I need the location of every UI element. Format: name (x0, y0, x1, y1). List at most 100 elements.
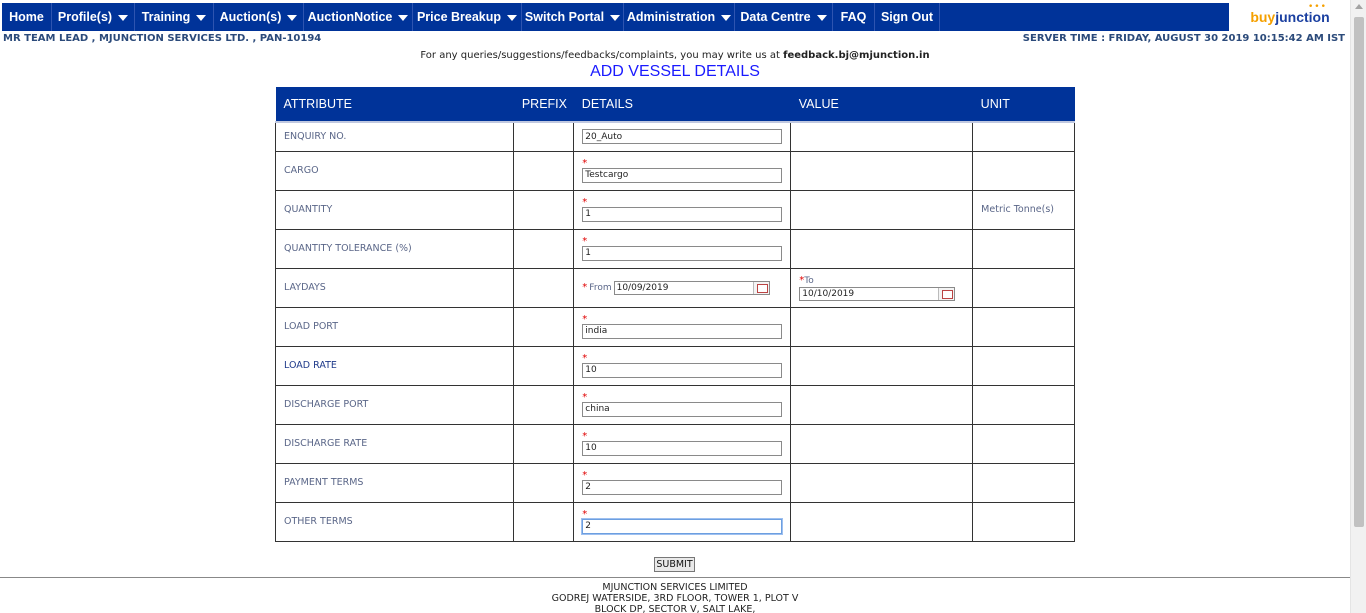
chevron-down-icon (721, 15, 732, 21)
load-rate-input[interactable] (582, 362, 783, 378)
prefix-cell (513, 345, 575, 386)
cargo-input[interactable] (582, 167, 783, 183)
footer-address-line-1: GODREJ WATERSIDE, 3RD FLOOR, TOWER 1, PL… (551, 593, 799, 604)
unit-cell (972, 306, 1075, 347)
submit-button[interactable]: SUBMIT (654, 557, 695, 572)
nav-item-training[interactable]: Training (135, 3, 214, 31)
nav-item-label: Auction(s) (219, 10, 282, 24)
chevron-down-icon (507, 15, 518, 21)
attribute-label: QUANTITY (274, 189, 515, 230)
quantity-input[interactable] (582, 206, 783, 222)
table-row: DISCHARGE PORT * (274, 384, 1075, 425)
prefix-cell (513, 423, 575, 464)
nav-item-label: Training (141, 10, 191, 24)
details-cell: * (573, 345, 792, 386)
laydays-to-date-value: 10/10/2019 (802, 288, 855, 299)
chevron-down-icon (118, 15, 129, 21)
discharge-rate-input[interactable] (582, 440, 783, 456)
nav-item-auction-s[interactable]: Auction(s) (214, 3, 304, 31)
attribute-label: DISCHARGE PORT (274, 384, 515, 425)
feedback-notice: For any queries/suggestions/feedbacks/co… (420, 50, 930, 61)
value-cell (790, 121, 974, 152)
value-cell (790, 150, 974, 191)
required-marker: * (582, 391, 588, 403)
calendar-icon[interactable] (938, 287, 955, 300)
column-header-value: VALUE (790, 87, 973, 123)
attribute-label: DISCHARGE RATE (274, 423, 515, 464)
nav-item-switch-portal[interactable]: Switch Portal (522, 3, 624, 31)
table-row: QUANTITY TOLERANCE (%) * (274, 228, 1075, 269)
required-marker: * (582, 313, 588, 325)
nav-item-auctionnotice[interactable]: AuctionNotice (304, 3, 413, 31)
prefix-cell (513, 384, 575, 425)
scrollbar-thumb[interactable] (1354, 17, 1364, 527)
unit-cell (972, 423, 1075, 464)
details-cell: * From 10/09/2019 (573, 267, 792, 308)
laydays-from-date-field[interactable]: 10/09/2019 (613, 280, 770, 295)
buyjunction-logo[interactable]: buy junction (1230, 3, 1350, 31)
nav-item-price-breakup[interactable]: Price Breakup (413, 3, 522, 31)
nav-item-label: Data Centre (740, 10, 811, 24)
value-cell (790, 189, 974, 230)
vessel-details-table: ATTRIBUTE PREFIX DETAILS VALUE UNIT ENQU… (274, 87, 1075, 542)
required-marker: * (582, 235, 588, 247)
nav-menu-bar: Home Profile(s) Training Auction(s) AuctionN… (2, 3, 1229, 31)
nav-item-data-centre[interactable]: Data Centre (735, 3, 833, 31)
required-marker: * (582, 157, 588, 169)
other-terms-input[interactable] (581, 517, 784, 535)
value-cell (790, 228, 974, 269)
attribute-label: CARGO (274, 150, 515, 191)
column-header-details: DETAILS (573, 87, 791, 123)
laydays-to-date-field[interactable]: 10/10/2019 (799, 286, 956, 301)
nav-item-profile-s[interactable]: Profile(s) (52, 3, 135, 31)
payment-terms-input[interactable] (582, 479, 783, 495)
prefix-cell (513, 150, 575, 191)
required-marker: * (582, 430, 588, 442)
nav-item-label: AuctionNotice (307, 10, 393, 24)
table-row: PAYMENT TERMS * (274, 462, 1075, 503)
quantity-tolerance-input[interactable] (582, 245, 783, 261)
nav-item-administration[interactable]: Administration (624, 3, 735, 31)
attribute-label: OTHER TERMS (274, 501, 515, 542)
footer-divider (0, 577, 1350, 578)
required-marker: * (582, 469, 588, 481)
required-marker: * (582, 196, 588, 208)
value-cell (790, 423, 974, 464)
chevron-down-icon (398, 15, 409, 21)
unit-cell (972, 267, 1075, 308)
chevron-down-icon (287, 15, 298, 21)
nav-item-sign-out[interactable]: Sign Out (875, 3, 940, 31)
vertical-scrollbar[interactable] (1350, 0, 1366, 613)
attribute-label: LOAD RATE (274, 345, 515, 386)
value-cell (790, 384, 974, 425)
unit-cell (972, 345, 1075, 386)
enquiry-no-input[interactable] (582, 129, 783, 145)
details-cell: * (573, 189, 792, 230)
nav-item-faq[interactable]: FAQ (833, 3, 875, 31)
prefix-cell (513, 189, 575, 230)
quantity-unit: Metric Tonne(s) (972, 189, 1075, 230)
discharge-port-input[interactable] (582, 401, 783, 417)
table-row: DISCHARGE RATE * (274, 423, 1075, 464)
prefix-cell (513, 306, 575, 347)
footer-address-line-2: BLOCK DP, SECTOR V, SALT LAKE, (594, 604, 756, 613)
attribute-label: ENQUIRY NO. (274, 121, 515, 152)
column-header-prefix: PREFIX (513, 87, 574, 123)
user-info: MR TEAM LEAD , MJUNCTION SERVICES LTD. ,… (3, 33, 322, 44)
footer-company: MJUNCTION SERVICES LIMITED (602, 582, 748, 593)
calendar-icon[interactable] (752, 281, 769, 294)
laydays-from-group: * From 10/09/2019 (582, 280, 790, 295)
laydays-to-group: *To (799, 275, 972, 287)
table-row: OTHER TERMS * (274, 501, 1075, 542)
scroll-up-arrow-icon[interactable] (1355, 4, 1363, 9)
required-marker: * (582, 282, 588, 293)
chevron-down-icon (610, 15, 621, 21)
load-port-input[interactable] (582, 323, 783, 339)
laydays-from-date-value: 10/09/2019 (616, 282, 669, 293)
details-cell: * (573, 501, 792, 542)
column-header-unit: UNIT (972, 87, 1075, 123)
nav-item-label: Sign Out (880, 10, 934, 24)
prefix-cell (513, 501, 575, 542)
unit-cell (972, 121, 1075, 152)
nav-item-home[interactable]: Home (2, 3, 52, 31)
